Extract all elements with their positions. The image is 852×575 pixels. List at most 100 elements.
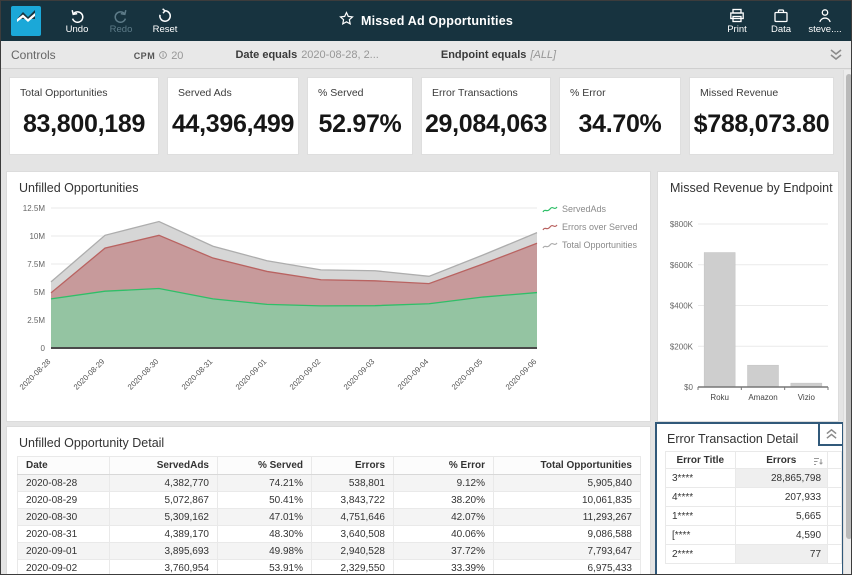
errors-value-cell[interactable]: 4,590 [734,525,829,545]
kpi-label: % Error [570,87,606,99]
kpi-pct-error[interactable]: % Error 34.70% [559,77,681,155]
quicksight-logo-icon[interactable] [11,6,41,36]
kpi-served-ads[interactable]: Served Ads 44,396,499 [167,77,299,155]
errors-value-cell[interactable]: 77 [734,544,829,564]
table-cell[interactable]: 40.06% [393,525,494,543]
table-cell[interactable]: 4,389,170 [109,525,218,543]
errors-value-cell[interactable]: 207,933 [734,487,829,507]
vertical-scrollbar[interactable] [843,70,851,574]
table-cell[interactable]: 38.20% [393,491,494,509]
kpi-total-opportunities[interactable]: Total Opportunities 83,800,189 [9,77,159,155]
reset-button[interactable]: Reset [143,1,187,41]
kpi-missed-revenue[interactable]: Missed Revenue $788,073.80 [689,77,834,155]
legend-item-total-opportunities[interactable]: Total Opportunities [542,240,646,250]
unfilled-opportunity-detail-table[interactable]: Unfilled Opportunity Detail Date ServedAd… [6,426,651,574]
filter-date[interactable]: Date equals 2020-08-28, 2... [235,49,378,61]
area-chart-canvas[interactable]: 12.5M 10M 7.5M 5M 2.5M 0 2020-08-28 2020-08-29 2… [9,198,609,420]
table-cell[interactable]: 2,329,550 [311,559,394,574]
table-cell[interactable]: 5,905,840 [493,474,641,492]
scrollbar-thumb[interactable] [846,74,851,539]
table-cell[interactable]: 3,895,693 [109,542,218,560]
collapse-controls-icon[interactable] [829,48,843,66]
redo-button[interactable]: Redo [99,1,143,41]
table-cell[interactable]: 49.98% [217,542,312,560]
table-cell[interactable]: 53.91% [217,559,312,574]
table-row[interactable]: 2020-08-31 4,389,170 48.30% 3,640,508 40.06%… [17,525,641,543]
column-header-date[interactable]: Date [17,456,110,475]
column-header-errors[interactable]: Errors [311,456,394,475]
table-cell[interactable]: 5,309,162 [109,508,218,526]
missed-revenue-by-endpoint-chart[interactable]: Missed Revenue by Endpoint $800K $600K $40… [657,171,839,422]
table-cell[interactable]: 6,975,433 [493,559,641,574]
table-cell[interactable]: 538,801 [311,474,394,492]
collapse-visual-button[interactable] [818,422,844,446]
error-title-cell[interactable]: [**** [665,525,736,545]
table-cell[interactable]: 7,793,647 [493,542,641,560]
table-cell[interactable]: 2020-09-02 [17,559,110,574]
table-cell[interactable]: 48.30% [217,525,312,543]
table-cell[interactable]: 2020-09-01 [17,542,110,560]
table-cell[interactable]: 42.07% [393,508,494,526]
column-header-total-opportunities[interactable]: Total Opportunities [493,456,641,475]
favorite-star-icon[interactable] [339,11,354,31]
table-row[interactable]: 2**** 77 [665,544,842,564]
table-cell[interactable]: 10,061,835 [493,491,641,509]
kpi-value: 52.97% [318,110,402,138]
error-title-cell[interactable]: 1**** [665,506,736,526]
bar-chart-canvas[interactable]: $800K $600K $400K $200K $0 Roku Amazon Vizio [660,194,838,416]
errors-value-cell[interactable]: 5,665 [734,506,829,526]
table-cell[interactable]: 4,751,646 [311,508,394,526]
table-cell[interactable]: 4,382,770 [109,474,218,492]
briefcase-icon [773,8,789,23]
kpi-label: Missed Revenue [700,87,779,99]
data-button[interactable]: Data [759,1,803,41]
table-row[interactable]: 2020-08-30 5,309,162 47.01% 4,751,646 42.07%… [17,508,641,526]
user-menu-button[interactable]: steve.... [803,1,847,41]
table-row[interactable]: 2020-09-02 3,760,954 53.91% 2,329,550 33.39%… [17,559,641,574]
table-cell[interactable]: 9.12% [393,474,494,492]
error-transaction-detail-table[interactable]: Error Transaction Detail Error Title Erro… [655,422,844,574]
table-cell[interactable]: 2020-08-29 [17,491,110,509]
errors-value-cell[interactable]: 28,865,798 [734,468,829,488]
table-cell[interactable]: 3,760,954 [109,559,218,574]
table-row[interactable]: 3**** 28,865,798 [665,468,842,488]
table-cell[interactable]: 11,293,267 [493,508,641,526]
table-cell[interactable]: 2020-08-28 [17,474,110,492]
legend-item-errors-over-served[interactable]: Errors over Served [542,222,646,232]
kpi-error-transactions[interactable]: Error Transactions 29,084,063 [421,77,551,155]
unfilled-opportunities-chart[interactable]: Unfilled Opportunities 12.5M 10M 7.5M 5M 2.5… [6,171,651,422]
table-cell[interactable]: 50.41% [217,491,312,509]
table-cell[interactable]: 33.39% [393,559,494,574]
column-header-servedads[interactable]: ServedAds [109,456,218,475]
table-cell[interactable]: 2,940,528 [311,542,394,560]
table-row[interactable]: [**** 4,590 [665,525,842,545]
table-cell[interactable]: 3,843,722 [311,491,394,509]
table-cell[interactable]: 47.01% [217,508,312,526]
error-title-cell[interactable]: 4**** [665,487,736,507]
print-button[interactable]: Print [715,1,759,41]
column-header-error-title[interactable]: Error Title [665,451,736,469]
undo-button[interactable]: Undo [55,1,99,41]
table-cell[interactable]: 3,640,508 [311,525,394,543]
svg-text:2020-08-29: 2020-08-29 [72,357,107,392]
error-title-cell[interactable]: 3**** [665,468,736,488]
legend-item-servedads[interactable]: ServedAds [542,204,646,214]
kpi-pct-served[interactable]: % Served 52.97% [307,77,413,155]
table-cell[interactable]: 2020-08-31 [17,525,110,543]
table-cell[interactable]: 2020-08-30 [17,508,110,526]
table-cell[interactable]: 5,072,867 [109,491,218,509]
table-row[interactable]: 2020-09-01 3,895,693 49.98% 2,940,528 37.72%… [17,542,641,560]
column-header-errors[interactable]: Errors [734,451,829,469]
column-header--error[interactable]: % Error [393,456,494,475]
table-row[interactable]: 2020-08-29 5,072,867 50.41% 3,843,722 38.20%… [17,491,641,509]
table-row[interactable]: 2020-08-28 4,382,770 74.21% 538,801 9.12% 5,9… [17,474,641,492]
error-title-cell[interactable]: 2**** [665,544,736,564]
column-header--served[interactable]: % Served [217,456,312,475]
filter-endpoint[interactable]: Endpoint equals [ALL] [441,49,556,61]
table-row[interactable]: 1**** 5,665 [665,506,842,526]
table-row[interactable]: 4**** 207,933 [665,487,842,507]
table-cell[interactable]: 74.21% [217,474,312,492]
table-cell[interactable]: 37.72% [393,542,494,560]
filter-cpm[interactable]: CPM 20 [134,46,184,64]
table-cell[interactable]: 9,086,588 [493,525,641,543]
